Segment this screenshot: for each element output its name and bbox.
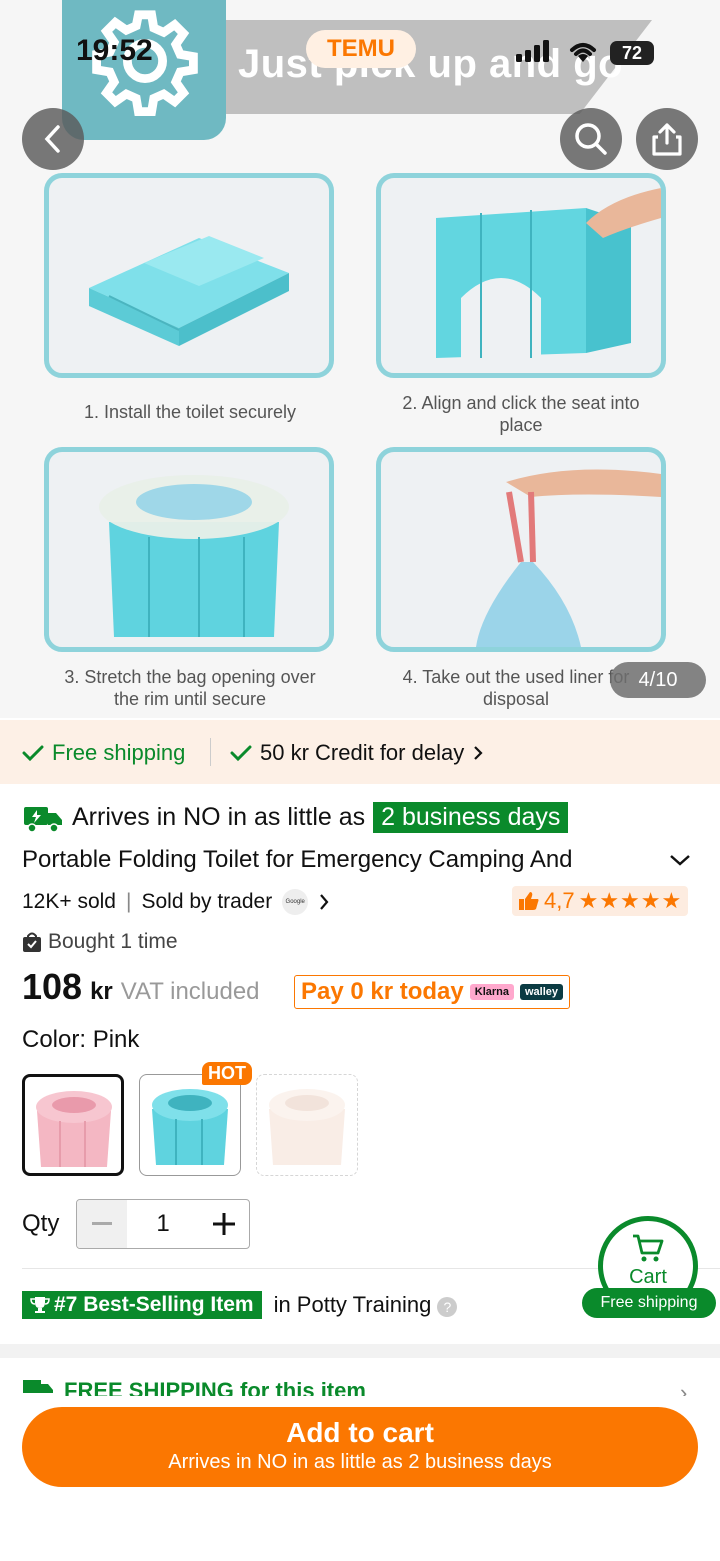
share-icon <box>652 123 682 156</box>
delivery-truck-icon <box>24 806 62 833</box>
rating-value: 4,7 <box>544 888 575 913</box>
delivery-truck-icon <box>23 1380 53 1393</box>
search-icon <box>575 123 607 155</box>
quantity-label: Qty <box>22 1210 60 1237</box>
image-counter: 4/10 <box>610 662 706 698</box>
color-swatch-cream[interactable] <box>256 1074 358 1176</box>
pay-today-label: Pay 0 kr today <box>301 978 464 1005</box>
price-value: 108 <box>22 966 83 1007</box>
best-selling-row[interactable]: #7 Best-Selling Item in Potty Training ? <box>22 1291 458 1319</box>
shipping-info-bar[interactable]: Free shipping 50 kr Credit for delay <box>0 720 720 784</box>
step-4-image <box>376 447 666 652</box>
color-swatch-pink[interactable] <box>22 1074 124 1176</box>
category-text: in Potty Training <box>273 1292 432 1317</box>
arrival-estimate: Arrives in NO in as little as 2 business… <box>22 802 569 833</box>
free-shipping-section[interactable]: FREE SHIPPING for this item <box>22 1378 366 1398</box>
chevron-right-icon <box>320 894 329 910</box>
thumbs-up-icon <box>519 892 539 910</box>
free-shipping-section-title: FREE SHIPPING for this item <box>64 1378 366 1398</box>
rating-stars: ★★★★★ <box>578 888 683 913</box>
step-1-caption: 1. Install the toilet securely <box>83 402 297 422</box>
trophy-icon <box>30 1297 50 1313</box>
chevron-right-icon <box>474 746 483 760</box>
free-shipping-note: Free shipping <box>22 740 185 766</box>
product-image-gallery[interactable]: Just pick up and go 1. Install the toile… <box>0 0 720 718</box>
step-3-image <box>44 447 334 652</box>
business-days-badge: 2 business days <box>373 802 569 833</box>
free-shipping-label: Free shipping <box>52 740 186 765</box>
arrival-text: Arrives in NO in as little as <box>72 803 366 831</box>
delay-credit-link[interactable]: 50 kr Credit for delay <box>230 740 484 766</box>
share-button[interactable] <box>636 108 698 170</box>
quantity-decrease-button[interactable] <box>77 1200 127 1248</box>
hot-badge: HOT <box>202 1062 252 1085</box>
seller-row[interactable]: 12K+ sold | Sold by trader Google <box>22 889 330 915</box>
best-selling-category: in Potty Training ? <box>274 1292 458 1318</box>
battery-indicator: 72 <box>610 41 654 65</box>
checkmark-icon <box>22 745 44 762</box>
signal-icon <box>516 40 549 62</box>
divider <box>210 738 211 766</box>
status-time: 19:52 <box>76 34 153 67</box>
pay-later-badge[interactable]: Pay 0 kr today Klarna walley <box>294 975 571 1009</box>
add-to-cart-button[interactable]: Add to cart Arrives in NO in as little a… <box>22 1407 698 1487</box>
color-swatch-cyan[interactable] <box>139 1074 241 1176</box>
step-2-caption: 2. Align and click the seat into place <box>402 393 640 435</box>
price-row: 108 kr VAT included <box>22 966 260 1008</box>
gear-graphic <box>62 0 226 140</box>
wifi-icon <box>570 43 596 62</box>
rating-badge[interactable]: 4,7 ★★★★★ <box>512 886 689 916</box>
cart-label: Cart <box>629 1266 667 1288</box>
section-gap <box>0 1344 720 1358</box>
best-selling-badge: #7 Best-Selling Item <box>22 1291 262 1319</box>
minus-icon <box>92 1222 112 1225</box>
bought-count: Bought 1 time <box>48 930 178 953</box>
delay-credit-label: 50 kr Credit for delay <box>260 740 465 765</box>
vat-note: VAT included <box>120 978 260 1005</box>
help-icon[interactable]: ? <box>437 1297 458 1317</box>
sold-count: 12K+ sold <box>22 890 116 913</box>
step-3-caption: 3. Stretch the bag opening over the rim … <box>64 667 316 709</box>
shopping-bag-icon <box>23 932 41 952</box>
plus-icon <box>213 1213 235 1235</box>
purchase-history: Bought 1 time <box>22 930 178 954</box>
back-button[interactable] <box>22 108 84 170</box>
chevron-down-icon[interactable] <box>668 852 692 868</box>
cart-free-shipping-badge: Free shipping <box>582 1288 716 1318</box>
quantity-increase-button[interactable] <box>199 1200 249 1248</box>
store-logo: Google <box>282 889 309 915</box>
klarna-logo: Klarna <box>469 984 514 1000</box>
add-to-cart-subtitle: Arrives in NO in as little as 2 business… <box>168 1451 552 1473</box>
product-title[interactable]: Portable Folding Toilet for Emergency Ca… <box>22 846 642 874</box>
walley-logo: walley <box>520 984 564 1000</box>
step-4-caption: 4. Take out the used liner for disposal <box>402 667 630 709</box>
best-selling-text: #7 Best-Selling Item <box>54 1293 254 1316</box>
cart-icon <box>633 1234 664 1262</box>
quantity-stepper: 1 <box>76 1199 250 1249</box>
step-1-image <box>44 173 334 378</box>
color-label: Color: Pink <box>22 1026 140 1053</box>
search-button[interactable] <box>560 108 622 170</box>
checkmark-icon <box>230 745 252 762</box>
price-currency: kr <box>90 978 113 1005</box>
app-indicator: TEMU <box>306 30 416 68</box>
sold-by-label: Sold by trader <box>141 890 273 913</box>
add-to-cart-label: Add to cart <box>286 1417 434 1448</box>
divider: | <box>126 890 132 913</box>
quantity-value[interactable]: 1 <box>127 1200 199 1248</box>
step-2-image <box>376 173 666 378</box>
chevron-left-icon <box>44 125 60 153</box>
